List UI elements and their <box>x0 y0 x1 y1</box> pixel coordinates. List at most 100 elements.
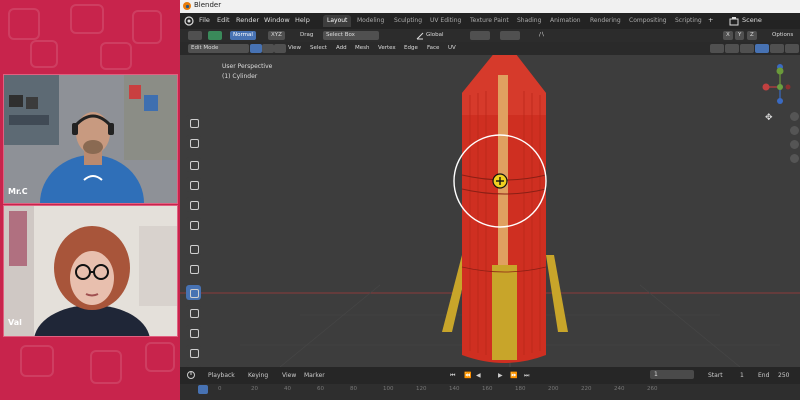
decor-shape <box>8 8 40 40</box>
xyz-button[interactable]: XYZ <box>268 31 285 40</box>
edit-mode-dropdown[interactable]: Edit Mode <box>188 44 249 53</box>
tab-rendering[interactable]: Rendering <box>586 15 625 27</box>
keying-menu[interactable]: Keying <box>248 372 268 379</box>
scale-tool-icon[interactable] <box>186 197 201 212</box>
menu-window[interactable]: Window <box>264 16 290 24</box>
annotate-tool-icon[interactable] <box>186 241 201 256</box>
marker-menu[interactable]: Marker <box>304 372 325 379</box>
end-frame-label: End <box>758 372 770 379</box>
menu-face[interactable]: Face <box>427 45 439 51</box>
xray-toggle[interactable] <box>725 44 739 53</box>
tab-layout[interactable]: Layout <box>323 15 352 27</box>
shading-solid-button[interactable] <box>755 44 769 53</box>
playhead[interactable] <box>198 385 208 394</box>
frame-tick-label: 180 <box>515 386 526 392</box>
mirror-z-button[interactable]: Z <box>747 31 757 40</box>
overlay-toggle[interactable] <box>710 44 724 53</box>
menu-view[interactable]: View <box>288 45 301 51</box>
tab-sculpting[interactable]: Sculpting <box>390 15 426 27</box>
view-menu[interactable]: View <box>282 372 296 379</box>
start-frame-label: Start <box>708 372 723 379</box>
extrude-tool-icon[interactable] <box>186 285 201 300</box>
pivot-point-button[interactable] <box>470 31 490 40</box>
measure-tool-icon[interactable] <box>186 261 201 276</box>
cursor-tool-icon[interactable] <box>186 135 201 150</box>
select-tool-icon[interactable] <box>186 115 201 130</box>
tool-settings-header: Normal XYZ Drag Select Box Global ∕∖ X Y… <box>180 29 800 42</box>
tab-scripting[interactable]: Scripting <box>671 15 706 27</box>
frame-tick-label: 220 <box>581 386 592 392</box>
play-icon[interactable]: ▶ <box>498 372 503 379</box>
tool-icon-button[interactable] <box>208 31 222 40</box>
jump-start-icon[interactable]: ⏮ <box>450 372 455 380</box>
tab-shading[interactable]: Shading <box>513 15 545 27</box>
camera-view-icon[interactable] <box>790 140 799 149</box>
shading-wireframe-button[interactable] <box>740 44 754 53</box>
menu-render[interactable]: Render <box>236 16 259 24</box>
menu-uv[interactable]: UV <box>448 45 456 51</box>
rocket-fin-front <box>492 265 517 360</box>
navigation-gizmo-icon[interactable] <box>758 59 798 119</box>
jump-end-icon[interactable]: ⏭ <box>524 372 529 380</box>
select-box-dropdown[interactable]: Select Box <box>323 31 379 40</box>
options-dropdown[interactable]: Options <box>772 32 793 38</box>
rotate-tool-icon[interactable] <box>186 177 201 192</box>
timeline-ruler[interactable]: 0 20 40 60 80 100 120 140 160 180 200 22… <box>180 384 800 400</box>
editor-type-button[interactable] <box>188 31 202 40</box>
start-frame-field[interactable]: 1 <box>740 372 744 379</box>
tab-animation[interactable]: Animation <box>546 15 585 27</box>
end-frame-field[interactable]: 250 <box>778 372 789 379</box>
proportional-edit-icon[interactable]: ∕∖ <box>539 32 544 38</box>
frame-tick-label: 160 <box>482 386 493 392</box>
tab-modeling[interactable]: Modeling <box>353 15 388 27</box>
menu-edge[interactable]: Edge <box>404 45 418 51</box>
menu-file[interactable]: File <box>199 16 210 24</box>
menu-vertex[interactable]: Vertex <box>378 45 396 51</box>
move-view-icon[interactable]: ✥ <box>765 113 773 123</box>
zoom-view-icon[interactable] <box>790 112 799 121</box>
frame-tick-label: 80 <box>350 386 357 392</box>
loop-cut-tool-icon[interactable] <box>186 345 201 360</box>
move-tool-icon[interactable] <box>186 157 201 172</box>
snap-button[interactable] <box>500 31 520 40</box>
blender-menu-icon[interactable] <box>184 16 194 26</box>
3d-viewport[interactable]: User Perspective (1) Cylinder ✥ <box>180 55 800 400</box>
orientation-dropdown[interactable]: Global <box>426 32 444 38</box>
transform-tool-icon[interactable] <box>186 217 201 232</box>
ortho-toggle-icon[interactable] <box>790 154 799 163</box>
keyframe-next-icon[interactable]: ⏩ <box>510 372 517 379</box>
menu-edit[interactable]: Edit <box>217 16 230 24</box>
window-title: Blender <box>194 1 222 9</box>
add-workspace-button[interactable]: + <box>708 16 713 24</box>
viewport-header: Edit Mode View Select Add Mesh Vertex Ed… <box>180 42 800 55</box>
menu-select[interactable]: Select <box>310 45 327 51</box>
menu-add[interactable]: Add <box>336 45 347 51</box>
shading-material-button[interactable] <box>770 44 784 53</box>
menu-mesh[interactable]: Mesh <box>355 45 369 51</box>
normal-mode-button[interactable]: Normal <box>230 31 256 40</box>
scene-selector[interactable]: Scene <box>742 16 762 24</box>
inset-tool-icon[interactable] <box>186 305 201 320</box>
current-frame-field[interactable]: 1 <box>650 370 694 379</box>
keyframe-prev-icon[interactable]: ⏪ <box>464 372 471 379</box>
timeline-editor-type-icon[interactable] <box>186 370 196 380</box>
frame-tick-label: 60 <box>317 386 324 392</box>
mirror-y-button[interactable]: Y <box>735 31 745 40</box>
menu-help[interactable]: Help <box>295 16 310 24</box>
face-select-button[interactable] <box>274 44 286 53</box>
reverse-play-icon[interactable]: ◀ <box>476 372 481 379</box>
edge-select-button[interactable] <box>262 44 274 53</box>
tab-texture-paint[interactable]: Texture Paint <box>466 15 513 27</box>
mirror-x-button[interactable]: X <box>723 31 733 40</box>
view-perspective-label: User Perspective <box>222 63 273 70</box>
tab-uv-editing[interactable]: UV Editing <box>426 15 465 27</box>
tool-shelf <box>183 115 205 400</box>
tab-compositing[interactable]: Compositing <box>625 15 671 27</box>
viewport-scene <box>180 55 800 367</box>
pan-view-icon[interactable] <box>790 126 799 135</box>
vertex-select-button[interactable] <box>250 44 262 53</box>
playback-menu[interactable]: Playback <box>208 372 235 379</box>
participant-name-label: Val <box>8 318 22 327</box>
bevel-tool-icon[interactable] <box>186 325 201 340</box>
shading-rendered-button[interactable] <box>785 44 799 53</box>
